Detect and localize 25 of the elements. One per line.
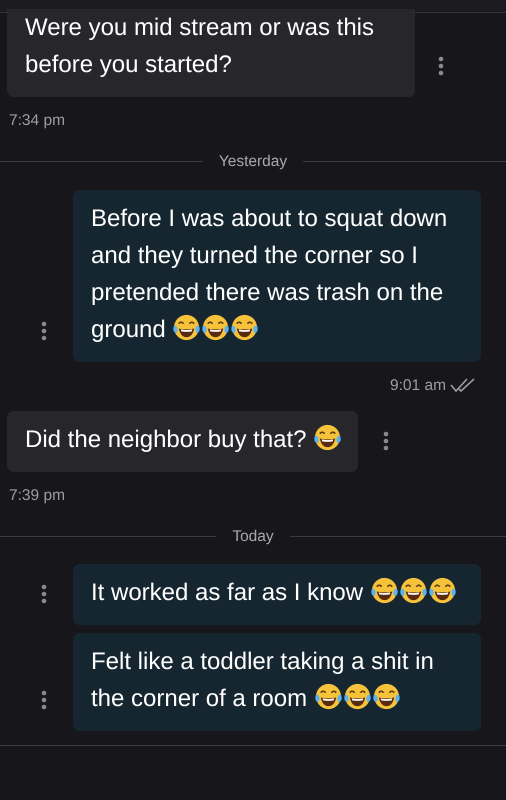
more-options-icon[interactable] [437,55,445,77]
more-options-icon[interactable] [40,583,48,606]
message-bubble: Felt like a toddler taking a shit in the corner of a room [73,633,481,732]
laughing-face-icon [428,576,457,606]
message-time: 7:39 pm [9,486,66,506]
date-divider-label: Yesterday [218,152,288,172]
date-divider-label: Today [232,527,274,547]
message-bubble: Before I was about to squat down and they turned the corner so I pretended there was trash on the ground [73,190,481,362]
laughing-face-icon [372,682,401,712]
laughing-face-icon [398,576,428,606]
laughing-face-icon [342,682,372,712]
laughing-face-icon [172,312,202,342]
more-options-icon[interactable] [40,320,48,342]
message-bubble: It worked as far as I know [73,564,481,626]
message-bubble: Did the neighbor buy that? [7,410,358,472]
message-time: 9:01 am [390,376,446,396]
more-options-icon[interactable] [40,689,48,712]
message-bubble: Were you mid stream or was this before you started? [7,9,415,97]
laughing-face-icon [313,422,342,452]
message-time: 7:34 pm [9,111,66,131]
laughing-face-icon [230,312,260,342]
more-options-icon[interactable] [382,430,390,452]
laughing-face-icon [370,576,399,606]
laughing-face-icon [314,682,343,712]
laughing-face-icon [201,312,230,342]
